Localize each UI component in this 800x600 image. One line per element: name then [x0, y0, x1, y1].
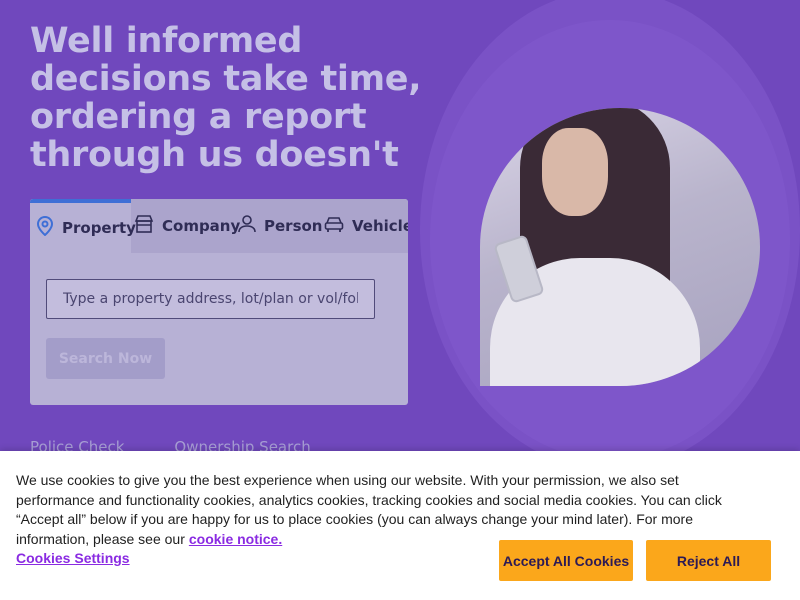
tab-label: Person	[264, 217, 323, 235]
person-icon	[238, 215, 256, 237]
search-now-button[interactable]: Search Now	[46, 338, 165, 379]
tab-person[interactable]: Person	[238, 199, 322, 253]
car-icon	[324, 215, 344, 237]
search-tabs: Property Company Person Vehicle	[30, 199, 408, 253]
accept-all-cookies-button[interactable]: Accept All Cookies	[499, 540, 633, 581]
cookie-banner: We use cookies to give you the best expe…	[0, 451, 800, 600]
storefront-icon	[134, 215, 154, 237]
tab-company[interactable]: Company	[134, 199, 240, 253]
reject-all-button[interactable]: Reject All	[646, 540, 771, 581]
location-pin-icon	[36, 215, 54, 240]
cookie-message: We use cookies to give you the best expe…	[16, 472, 722, 547]
tab-property[interactable]: Property	[30, 199, 136, 253]
property-search-input[interactable]	[46, 279, 375, 319]
cookies-settings-link[interactable]: Cookies Settings	[16, 550, 130, 566]
hero-photo	[480, 108, 760, 386]
cookie-notice-link[interactable]: cookie notice.	[189, 531, 282, 547]
cookie-text: We use cookies to give you the best expe…	[16, 471, 746, 549]
tab-label: Property	[62, 219, 136, 237]
search-card: Property Company Person Vehicle Type a p…	[30, 199, 408, 405]
tab-label: Company	[162, 217, 241, 235]
tab-label: Vehicle	[352, 217, 408, 235]
tab-vehicle[interactable]: Vehicle	[324, 199, 408, 253]
hero-headline: Well informed decisions take time, order…	[30, 21, 422, 175]
